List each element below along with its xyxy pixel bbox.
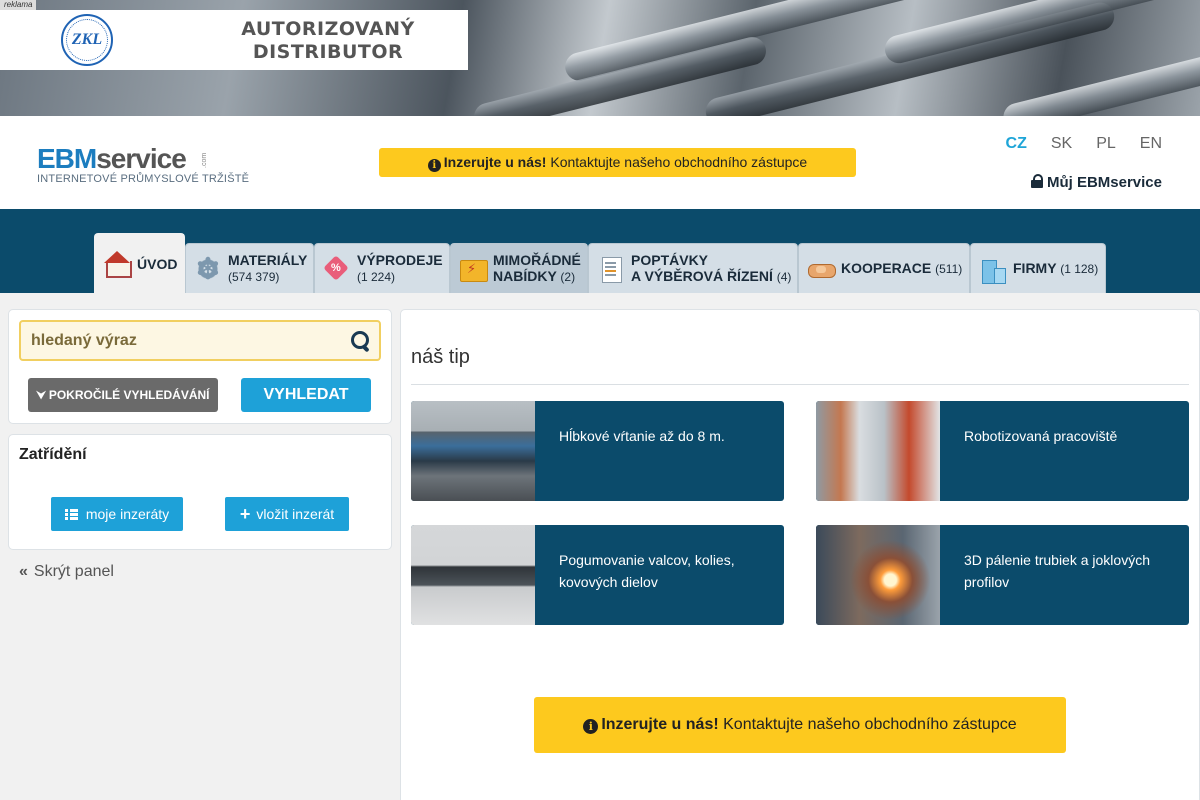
card-title: 3D pálenie trubiek a joklových profilov	[964, 552, 1150, 590]
my-ads-button[interactable]: moje inzeráty	[51, 497, 183, 531]
tab-kooperace[interactable]: KOOPERACE (511)	[798, 243, 970, 293]
card-title: Hĺbkové vŕtanie až do 8 m.	[559, 428, 725, 444]
card-image	[411, 525, 535, 625]
lock-icon	[1030, 174, 1043, 188]
divider	[411, 384, 1189, 385]
logo-tagline: INTERNETOVÉ PRŮMYSLOVÉ TRŽIŠTĚ	[37, 173, 250, 185]
classification-title: Zatřídění	[19, 446, 87, 463]
lang-pl[interactable]: PL	[1096, 135, 1116, 153]
bottom-ad-banner[interactable]: i Inzerujte u nás! Kontaktujte našeho obc…	[534, 697, 1066, 753]
ad-label: reklama	[0, 0, 37, 10]
banner-ad-text: AUTORIZOVANÝ DISTRIBUTOR	[241, 18, 415, 63]
tip-section-title: náš tip	[411, 346, 470, 368]
lang-en[interactable]: EN	[1140, 135, 1162, 153]
tip-card[interactable]: Pogumovanie valcov, kolies, kovových die…	[411, 525, 784, 625]
folder-icon	[459, 255, 488, 283]
top-banner-ad[interactable]: ZKL AUTORIZOVANÝ DISTRIBUTOR reklama	[0, 0, 1200, 116]
site-logo[interactable]: EBMservice .com INTERNETOVÉ PRŮMYSLOVÉ T…	[37, 145, 250, 186]
info-icon: i	[427, 159, 441, 172]
search-icon[interactable]	[351, 331, 371, 351]
site-header: EBMservice .com INTERNETOVÉ PRŮMYSLOVÉ T…	[0, 116, 1200, 209]
home-icon	[103, 250, 132, 278]
card-title: Pogumovanie valcov, kolies, kovových die…	[559, 552, 735, 590]
advanced-search-button[interactable]: ⮟ POKROČILÉ VYHLEDÁVÁNÍ	[28, 378, 218, 412]
card-image	[411, 401, 535, 501]
double-chevron-left-icon: «	[19, 563, 28, 580]
tab-vyprodeje[interactable]: VÝPRODEJE(1 224)	[314, 243, 450, 293]
tip-card[interactable]: Hĺbkové vŕtanie až do 8 m.	[411, 401, 784, 501]
tip-card[interactable]: 3D pálenie trubiek a joklových profilov	[816, 525, 1189, 625]
insert-ad-button[interactable]: + vložit inzerát	[225, 497, 349, 531]
handshake-icon	[807, 255, 836, 283]
search-box	[19, 320, 381, 361]
tab-poptavky[interactable]: POPTÁVKY A VÝBĚROVÁ ŘÍZENÍ (4)	[588, 243, 798, 293]
card-image	[816, 525, 940, 625]
tab-uvod[interactable]: ÚVOD	[94, 233, 185, 293]
logo-dotcom: .com	[201, 152, 208, 168]
search-button[interactable]: VYHLEDAT	[241, 378, 371, 412]
info-icon: i	[583, 719, 599, 734]
hide-panel-link[interactable]: «Skrýt panel	[19, 563, 114, 581]
my-account-link[interactable]: Můj EBMservice	[1030, 174, 1162, 191]
banner-decoration	[1000, 43, 1200, 116]
zkl-logo: ZKL	[61, 14, 113, 66]
tab-firmy[interactable]: FIRMY (1 128)	[970, 243, 1106, 293]
double-chevron-down-icon: ⮟	[36, 390, 46, 402]
search-input[interactable]	[21, 322, 331, 359]
tab-materialy[interactable]: MATERIÁLY(574 379)	[185, 243, 314, 293]
lang-cz[interactable]: CZ	[1006, 135, 1027, 153]
main-navigation: ÚVOD MATERIÁLY(574 379) VÝPRODEJE(1 224)…	[0, 209, 1200, 293]
building-icon	[979, 255, 1007, 284]
header-ad-banner[interactable]: i Inzerujte u nás! Kontaktujte našeho obc…	[379, 148, 856, 177]
sale-tag-icon	[323, 255, 351, 283]
plus-icon: +	[239, 504, 251, 524]
gear-icon	[194, 252, 222, 287]
list-icon	[64, 509, 78, 520]
tip-card[interactable]: Robotizovaná pracoviště	[816, 401, 1189, 501]
banner-ad-box[interactable]: ZKL AUTORIZOVANÝ DISTRIBUTOR	[0, 10, 468, 70]
lang-sk[interactable]: SK	[1051, 135, 1072, 153]
card-image	[816, 401, 940, 501]
tab-mimoradne-nabidky[interactable]: MIMOŘÁDNÉNABÍDKY (2)	[450, 243, 588, 293]
document-icon	[597, 255, 625, 283]
language-switcher: CZ SK PL EN	[982, 135, 1162, 153]
card-title: Robotizovaná pracoviště	[964, 428, 1118, 444]
